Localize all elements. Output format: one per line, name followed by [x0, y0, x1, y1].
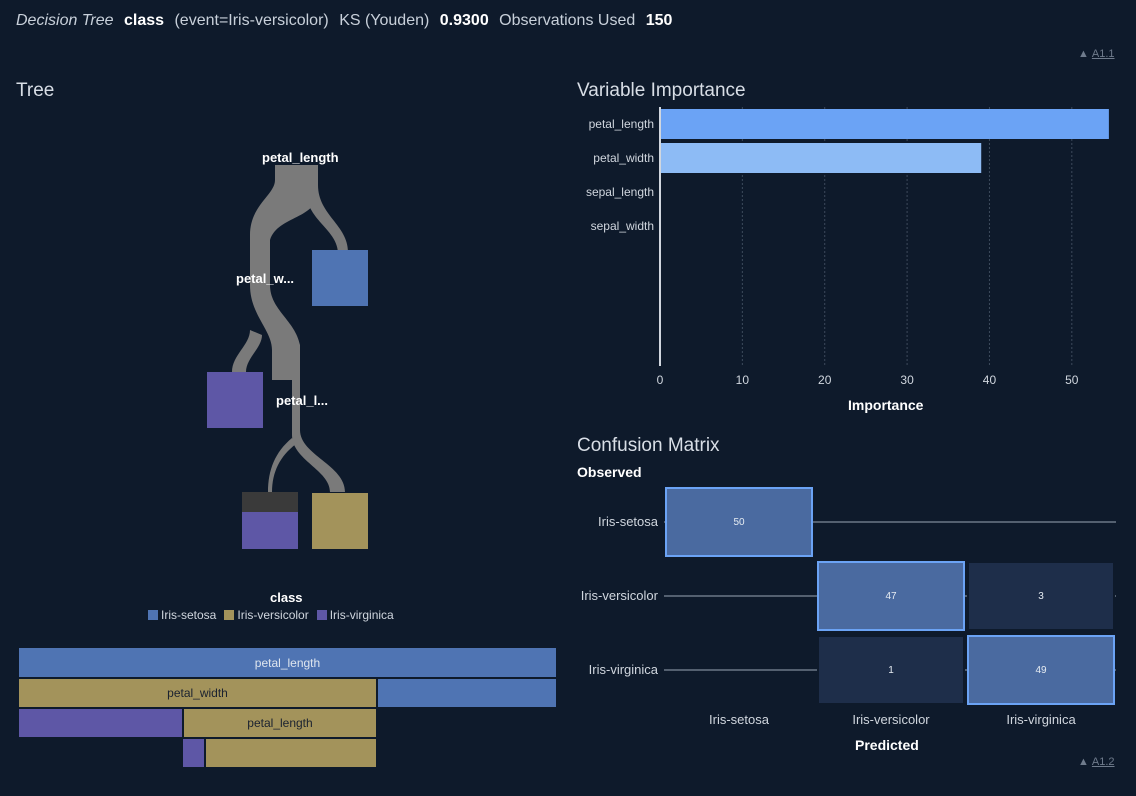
- cm-col-label: Iris-versicolor: [852, 712, 930, 727]
- cm-col-label: Iris-virginica: [1006, 712, 1076, 727]
- cm-row-lines: [664, 521, 1116, 671]
- cm-cell[interactable]: 1: [817, 635, 965, 705]
- cm-cell[interactable]: 3: [967, 561, 1115, 631]
- cm-row-label: Iris-virginica: [588, 662, 658, 677]
- warning-icon: ▲: [1078, 756, 1089, 768]
- cm-row-label: Iris-setosa: [598, 514, 658, 529]
- cm-row-label: Iris-versicolor: [580, 588, 658, 603]
- annotation-link-a2[interactable]: ▲ A1.2: [1078, 756, 1115, 768]
- cm-cell[interactable]: 50: [665, 487, 813, 557]
- cm-cell[interactable]: 47: [817, 561, 965, 631]
- cm-cell[interactable]: 49: [967, 635, 1115, 705]
- cm-col-label: Iris-setosa: [709, 712, 769, 727]
